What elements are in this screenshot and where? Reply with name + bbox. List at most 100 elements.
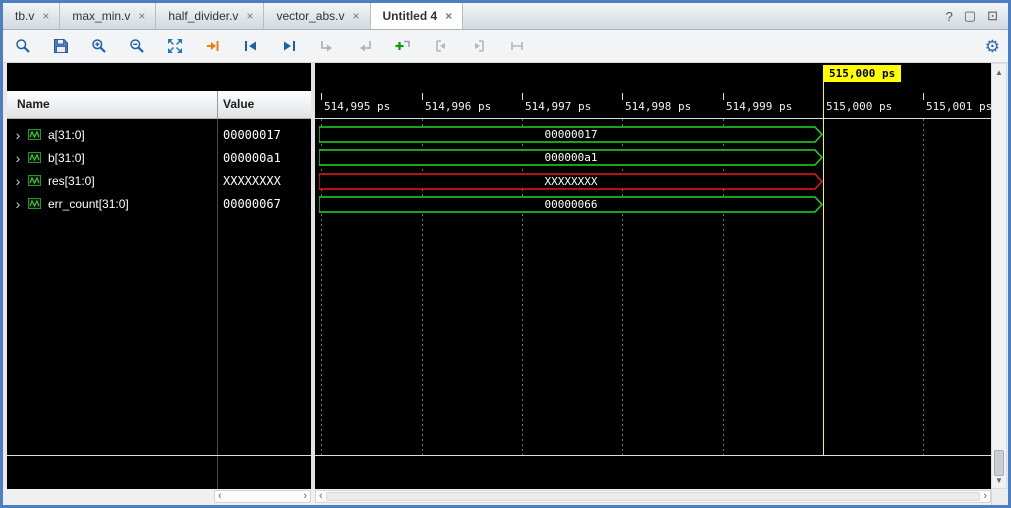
set-time-range-icon [509,38,525,54]
tab-tb-v[interactable]: tb.v × [3,3,60,29]
tab-untitled-4[interactable]: Untitled 4 × [371,3,464,29]
bus-signal-icon [28,198,43,209]
zoom-in-button[interactable] [87,34,111,58]
name-column-header[interactable]: Name [17,97,50,111]
bus-signal-icon [28,152,43,163]
bottom-scrollbar-area: ‹ › ‹ › [3,489,1008,505]
bus-signal-icon [28,175,43,186]
signal-value: 000000a1 [223,151,281,165]
signal-name: res[31:0] [48,174,95,188]
tab-max-min-v[interactable]: max_min.v × [60,3,156,29]
column-divider-handle[interactable] [217,91,218,119]
gridline [723,119,724,455]
zoom-fit-button[interactable] [163,34,187,58]
close-icon[interactable]: × [246,9,253,23]
go-to-previous-marker-icon [319,38,335,54]
expand-icon[interactable]: › [11,196,25,212]
tick-mark [522,93,523,100]
tab-label: Untitled 4 [383,9,438,23]
bus-value-label: 000000a1 [319,151,823,164]
waveform-horizontal-scrollbar[interactable]: ‹ › [315,490,991,503]
swap-to-begin-button[interactable] [429,34,453,58]
time-tick-label: 514,996 ps [425,100,491,113]
help-icon[interactable]: ? [946,9,953,24]
signal-row-b[interactable]: › b[31:0] 000000a1 [7,146,311,169]
time-cursor-label[interactable]: 515,000 ps [823,65,901,82]
expand-icon[interactable]: › [11,150,25,166]
close-icon[interactable]: × [445,9,452,23]
tab-label: vector_abs.v [276,9,344,23]
settings-gear-icon[interactable]: ⚙ [985,38,1000,55]
waveform-bus-res[interactable]: XXXXXXXX [319,173,823,190]
vertical-scrollbar[interactable]: ▲ ▼ [991,63,1007,489]
simulation-window: tb.v × max_min.v × half_divider.v × vect… [0,0,1011,508]
zoom-out-button[interactable] [125,34,149,58]
signal-row-a[interactable]: › a[31:0] 00000017 [7,123,311,146]
close-icon[interactable]: × [353,9,360,23]
maximize-icon[interactable]: ⊡ [987,8,998,24]
search-button[interactable] [11,34,35,58]
add-marker-button[interactable] [391,34,415,58]
gridline [321,119,322,455]
window-controls: ? ▢ ⊡ [946,3,1008,29]
scroll-left-icon[interactable]: ‹ [319,491,323,502]
time-tick-label: 515,001 ps [926,100,991,113]
close-icon[interactable]: × [138,9,145,23]
previous-transition-icon [243,38,259,54]
next-transition-button[interactable] [277,34,301,58]
time-tick-label: 514,999 ps [726,100,792,113]
close-icon[interactable]: × [42,9,49,23]
go-to-time-icon [205,38,221,54]
go-to-next-marker-button[interactable] [353,34,377,58]
save-button[interactable] [49,34,73,58]
time-tick-label: 514,998 ps [625,100,691,113]
waveform-bus-err-count[interactable]: 00000066 [319,196,823,213]
time-cursor-line[interactable] [823,81,824,455]
tab-label: max_min.v [72,9,130,23]
go-to-previous-marker-button[interactable] [315,34,339,58]
bus-value-label: 00000066 [319,198,823,211]
signal-value: XXXXXXXX [223,174,281,188]
scroll-right-icon[interactable]: › [303,491,307,502]
zoom-out-icon [129,38,145,54]
signal-row-err-count[interactable]: › err_count[31:0] 00000067 [7,192,311,215]
scroll-up-icon[interactable]: ▲ [992,65,1006,79]
scroll-down-icon[interactable]: ▼ [992,473,1006,487]
go-to-time-button[interactable] [201,34,225,58]
save-icon [53,38,69,54]
tab-vector-abs-v[interactable]: vector_abs.v × [264,3,370,29]
time-tick-label: 515,000 ps [826,100,892,113]
tick-mark [622,93,623,100]
waveform-bus-a[interactable]: 00000017 [319,126,823,143]
tab-bar: tb.v × max_min.v × half_divider.v × vect… [3,3,1008,30]
expand-icon[interactable]: › [11,173,25,189]
scroll-right-icon[interactable]: › [983,491,987,502]
horizontal-scrollbar-thumb[interactable] [326,492,981,501]
time-ruler[interactable]: 514,995 ps 514,996 ps 514,997 ps 514,998… [315,91,991,119]
signal-name: b[31:0] [48,151,85,165]
float-icon[interactable]: ▢ [964,8,976,24]
tab-half-divider-v[interactable]: half_divider.v × [156,3,264,29]
values-horizontal-scrollbar[interactable]: ‹ › [214,490,311,503]
tick-mark [422,93,423,100]
signals-header: Name Value [7,91,311,119]
wave-canvas[interactable]: 514,995 ps 514,996 ps 514,997 ps 514,998… [315,63,991,489]
time-tick-label: 514,997 ps [525,100,591,113]
gridline [422,119,423,455]
signal-row-res[interactable]: › res[31:0] XXXXXXXX [7,169,311,192]
swap-to-end-button[interactable] [467,34,491,58]
waveform-bus-b[interactable]: 000000a1 [319,149,823,166]
previous-transition-button[interactable] [239,34,263,58]
signal-name: err_count[31:0] [48,197,129,211]
expand-icon[interactable]: › [11,127,25,143]
tab-label: tb.v [15,9,34,23]
value-column-header[interactable]: Value [223,97,254,111]
time-tick-label: 514,995 ps [324,100,390,113]
scroll-left-icon[interactable]: ‹ [218,491,222,502]
set-time-range-button[interactable] [505,34,529,58]
gridline [622,119,623,455]
bus-signal-icon [28,129,43,140]
signals-panel: Name Value › a[31:0] 00000017 › b[31:0] … [7,63,311,489]
signal-name: a[31:0] [48,128,85,142]
panel-separator [315,455,991,456]
